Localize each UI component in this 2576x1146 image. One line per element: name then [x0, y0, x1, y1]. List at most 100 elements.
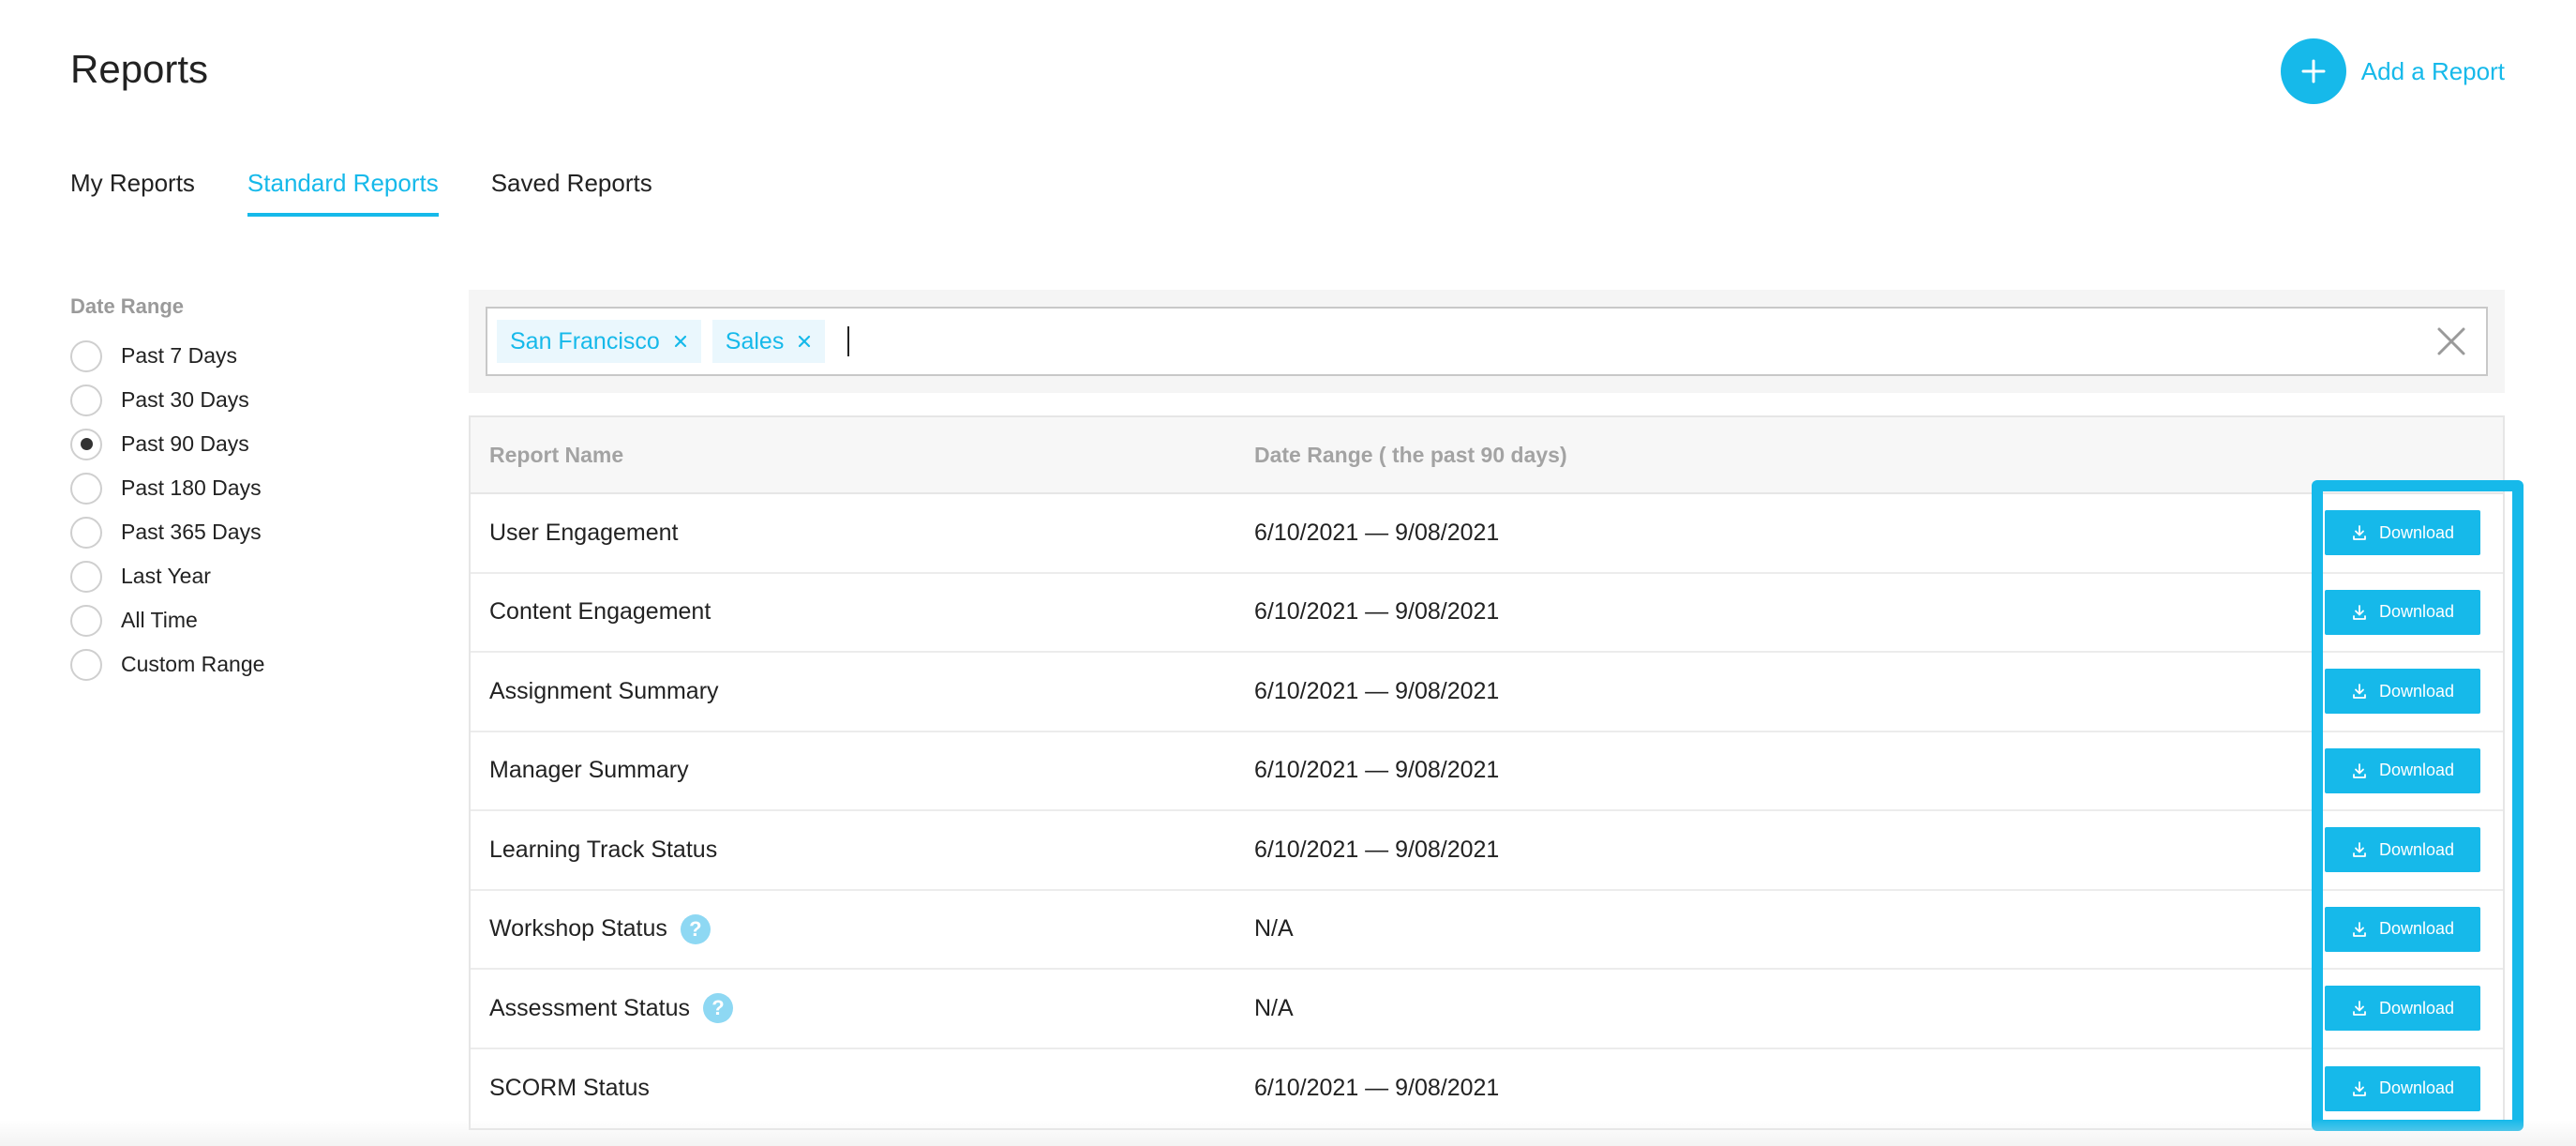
radio-button[interactable]: [70, 472, 102, 505]
download-button[interactable]: Download: [2325, 510, 2480, 556]
report-name-text: User Engagement: [489, 519, 679, 546]
date-option-label: Last Year: [121, 564, 211, 588]
date-option-label: Past 365 Days: [121, 520, 262, 544]
column-header-date-range: Date Range ( the past 90 days): [1254, 442, 1567, 467]
report-name-text: Manager Summary: [489, 757, 689, 784]
tab-standard-reports[interactable]: Standard Reports: [247, 169, 439, 217]
download-label: Download: [2378, 839, 2455, 859]
tab-saved-reports[interactable]: Saved Reports: [491, 169, 652, 217]
add-report-label[interactable]: Add a Report: [2361, 57, 2505, 86]
filter-chip-san-francisco: San Francisco: [497, 320, 701, 363]
report-name: Assessment Status?: [471, 993, 1254, 1024]
table-row: Manager Summary 6/10/2021 — 9/08/2021 Do…: [471, 732, 2503, 811]
clear-all-icon[interactable]: [2435, 325, 2467, 357]
date-option-past-90-days[interactable]: Past 90 Days: [70, 422, 264, 466]
chip-label: Sales: [725, 327, 785, 354]
download-button[interactable]: Download: [2325, 986, 2480, 1032]
report-date-range: 6/10/2021 — 9/08/2021: [1254, 519, 1500, 546]
date-option-last-year[interactable]: Last Year: [70, 554, 264, 598]
download-icon: [2353, 604, 2366, 620]
date-option-label: Past 7 Days: [121, 343, 237, 368]
download-icon: [2353, 921, 2366, 937]
table-row: User Engagement 6/10/2021 — 9/08/2021 Do…: [471, 494, 2503, 574]
report-name: Workshop Status?: [471, 913, 1254, 944]
download-icon: [2353, 1080, 2366, 1096]
reports-table: Report Name Date Range ( the past 90 day…: [469, 415, 2505, 1130]
date-option-label: All Time: [121, 608, 198, 632]
radio-button[interactable]: [70, 384, 102, 416]
download-button[interactable]: Download: [2325, 747, 2480, 793]
date-option-past-30-days[interactable]: Past 30 Days: [70, 378, 264, 422]
report-date-range: N/A: [1254, 994, 1294, 1021]
tab-my-reports[interactable]: My Reports: [70, 169, 195, 217]
report-name-text: Assignment Summary: [489, 677, 719, 704]
download-label: Download: [2378, 998, 2455, 1018]
date-option-label: Past 180 Days: [121, 475, 262, 500]
table-row: Workshop Status? N/A Download: [471, 891, 2503, 970]
download-icon: [2353, 762, 2366, 778]
date-option-label: Past 90 Days: [121, 431, 249, 456]
report-name: Learning Track Status: [471, 837, 1254, 864]
download-label: Download: [2378, 919, 2455, 939]
tag-search-input[interactable]: [853, 327, 2435, 355]
report-date-range: N/A: [1254, 915, 1294, 942]
download-icon: [2353, 842, 2366, 858]
download-button[interactable]: Download: [2325, 906, 2480, 952]
date-option-label: Custom Range: [121, 652, 265, 676]
filter-chip-sales: Sales: [711, 320, 826, 363]
download-label: Download: [2378, 1078, 2455, 1098]
radio-button[interactable]: [70, 560, 102, 593]
date-option-past-365-days[interactable]: Past 365 Days: [70, 510, 264, 554]
radio-button[interactable]: [70, 516, 102, 549]
report-date-range: 6/10/2021 — 9/08/2021: [1254, 836, 1500, 863]
report-name-text: Learning Track Status: [489, 836, 718, 863]
download-icon: [2353, 684, 2366, 700]
tag-search-box[interactable]: San Francisco Sales: [486, 307, 2488, 376]
page-title: Reports: [70, 47, 209, 91]
remove-chip-icon[interactable]: [673, 334, 688, 349]
date-option-custom-range[interactable]: Custom Range: [70, 642, 264, 686]
date-option-all-time[interactable]: All Time: [70, 598, 264, 642]
report-name: SCORM Status: [471, 1075, 1254, 1102]
radio-button[interactable]: [70, 339, 102, 372]
help-icon[interactable]: ?: [680, 913, 711, 944]
download-button[interactable]: Download: [2325, 1065, 2480, 1111]
column-header-report-name: Report Name: [489, 442, 624, 467]
report-date-range: 6/10/2021 — 9/08/2021: [1254, 598, 1500, 626]
table-row: Content Engagement 6/10/2021 — 9/08/2021…: [471, 574, 2503, 653]
date-option-label: Past 30 Days: [121, 387, 249, 412]
report-name: Manager Summary: [471, 757, 1254, 784]
download-label: Download: [2378, 681, 2455, 701]
add-report-button[interactable]: Add a Report: [2280, 38, 2505, 104]
download-label: Download: [2378, 602, 2455, 622]
table-row: SCORM Status 6/10/2021 — 9/08/2021 Downl…: [471, 1049, 2503, 1129]
download-button[interactable]: Download: [2325, 827, 2480, 873]
download-label: Download: [2378, 522, 2455, 542]
table-row: Learning Track Status 6/10/2021 — 9/08/2…: [471, 811, 2503, 891]
chip-label: San Francisco: [510, 327, 660, 354]
report-name: Assignment Summary: [471, 678, 1254, 705]
radio-button-checked[interactable]: [70, 428, 102, 460]
date-option-past-180-days[interactable]: Past 180 Days: [70, 466, 264, 510]
radio-button[interactable]: [70, 648, 102, 681]
report-name-text: Workshop Status: [489, 915, 667, 942]
download-button[interactable]: Download: [2325, 589, 2480, 635]
date-option-past-7-days[interactable]: Past 7 Days: [70, 334, 264, 378]
remove-chip-icon[interactable]: [797, 334, 812, 349]
table-header: Report Name Date Range ( the past 90 day…: [471, 417, 2503, 494]
text-cursor: [847, 326, 850, 356]
report-name-text: Content Engagement: [489, 598, 711, 626]
download-icon: [2353, 1001, 2366, 1017]
report-name-text: Assessment Status: [489, 994, 690, 1021]
download-icon: [2353, 525, 2366, 541]
report-name: Content Engagement: [471, 598, 1254, 626]
plus-icon[interactable]: [2280, 38, 2346, 104]
download-button[interactable]: Download: [2325, 669, 2480, 715]
download-label: Download: [2378, 761, 2455, 780]
date-range-options: Past 7 Days Past 30 Days Past 90 Days Pa…: [70, 334, 264, 686]
report-date-range: 6/10/2021 — 9/08/2021: [1254, 677, 1500, 704]
radio-button[interactable]: [70, 604, 102, 637]
report-name: User Engagement: [471, 520, 1254, 547]
help-icon[interactable]: ?: [702, 993, 733, 1024]
search-panel: San Francisco Sales: [469, 290, 2505, 393]
